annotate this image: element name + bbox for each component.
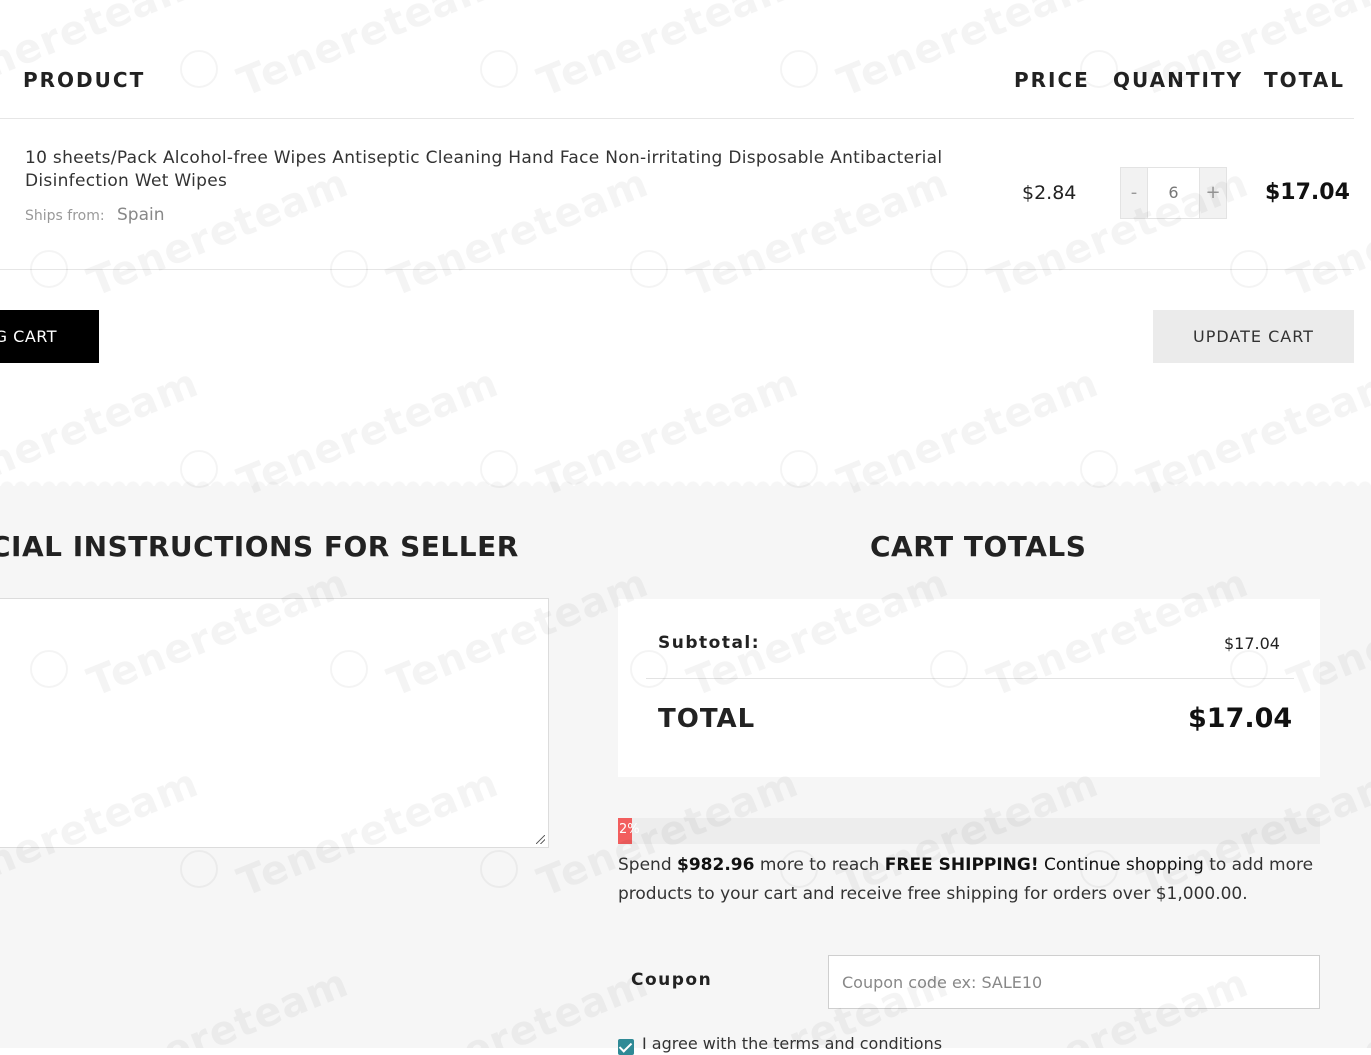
wavy-divider — [0, 478, 1371, 488]
remaining-amount: $982.96 — [677, 855, 755, 875]
special-instructions-heading: CIAL INSTRUCTIONS FOR SELLER — [0, 530, 519, 563]
item-price: $2.84 — [1022, 182, 1077, 204]
free-shipping-progress-bar: 2% — [618, 818, 1320, 844]
watermark-text: Tenereteam — [231, 0, 505, 106]
terms-label[interactable]: I agree with the terms and conditions — [642, 1034, 942, 1053]
msg-more: more to reach — [759, 855, 880, 875]
column-header-quantity: QUANTITY — [1113, 68, 1244, 92]
watermark-seal-icon — [480, 50, 518, 88]
progress-percent-label: 2% — [619, 822, 640, 837]
total-label: TOTAL — [658, 704, 756, 734]
ships-from-label: Ships from: — [25, 208, 105, 224]
quantity-stepper: - 6 + — [1120, 167, 1227, 219]
ships-from-value: Spain — [117, 205, 165, 225]
free-shipping-label: FREE SHIPPING! — [884, 855, 1039, 875]
seller-instructions-textarea[interactable] — [0, 598, 549, 848]
cart-totals-panel — [618, 599, 1320, 777]
watermark-seal-icon — [180, 50, 218, 88]
quantity-input[interactable]: 6 — [1148, 168, 1199, 218]
subtotal-value: $17.04 — [1224, 634, 1280, 653]
continue-shopping-label: G CART — [0, 327, 57, 346]
terms-checkbox[interactable] — [618, 1039, 634, 1055]
update-cart-button[interactable]: UPDATE CART — [1153, 310, 1354, 363]
totals-divider — [646, 678, 1294, 679]
header-divider — [0, 118, 1354, 119]
column-header-price: PRICE — [1014, 68, 1090, 92]
watermark-seal-icon — [780, 50, 818, 88]
row-divider — [0, 269, 1354, 270]
coupon-input[interactable] — [828, 955, 1320, 1009]
column-header-product: PRODUCT — [23, 68, 146, 92]
column-header-total: TOTAL — [1264, 68, 1345, 92]
subtotal-label: Subtotal: — [658, 633, 761, 653]
free-shipping-message: Spend $982.96 more to reach FREE SHIPPIN… — [618, 851, 1318, 909]
total-value: $17.04 — [1188, 703, 1293, 734]
cart-totals-heading: CART TOTALS — [870, 530, 1087, 563]
msg-spend: Spend — [618, 855, 672, 875]
product-title-link[interactable]: 10 sheets/Pack Alcohol-free Wipes Antise… — [25, 147, 985, 193]
continue-shopping-button[interactable]: G CART — [0, 310, 99, 363]
continue-shopping-link[interactable]: Continue shopping — [1044, 855, 1204, 875]
resize-handle-icon[interactable] — [536, 835, 545, 844]
item-total: $17.04 — [1265, 180, 1350, 205]
watermark-text: Tenereteam — [531, 0, 805, 106]
quantity-decrease-button[interactable]: - — [1121, 168, 1148, 218]
coupon-label: Coupon — [631, 970, 713, 990]
quantity-increase-button[interactable]: + — [1199, 168, 1226, 218]
